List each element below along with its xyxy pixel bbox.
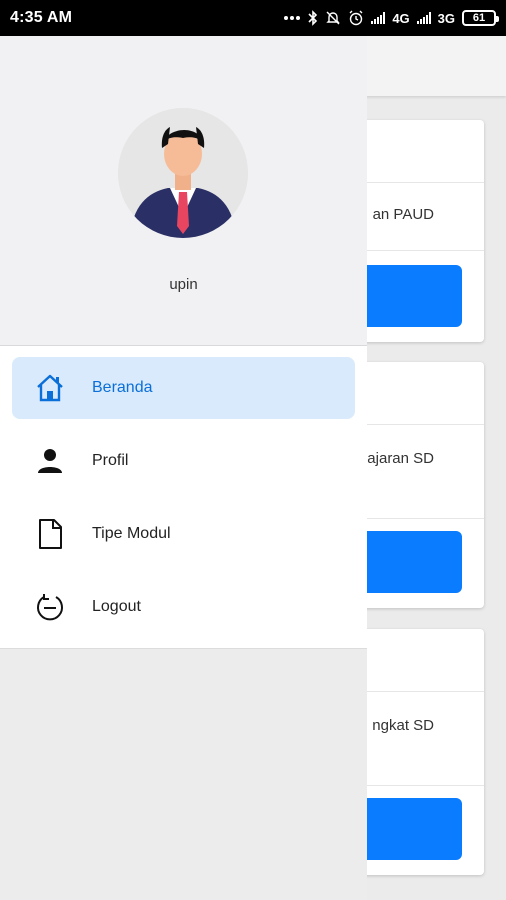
status-bar: 4:35 AM 4G 3G 61 [0, 0, 506, 36]
navigation-drawer: upin Beranda Profil Tipe Modul Logout [0, 36, 367, 900]
alarm-icon [348, 10, 364, 26]
status-icons: 4G 3G 61 [283, 10, 499, 26]
status-time: 4:35 AM [10, 9, 73, 26]
person-icon [34, 445, 66, 477]
menu-item-logout[interactable]: Logout [12, 576, 355, 638]
card-title: ajaran SD [367, 450, 434, 467]
avatar [118, 108, 248, 238]
home-icon [34, 372, 66, 404]
signal-icon-2 [416, 12, 431, 24]
signal-icon [371, 12, 386, 24]
battery-icon: 61 [462, 10, 499, 26]
drawer-empty-area [0, 648, 367, 900]
network-label-1: 4G [392, 10, 410, 26]
document-icon [34, 518, 66, 550]
menu-item-profil[interactable]: Profil [12, 430, 355, 492]
battery-level: 61 [472, 12, 486, 24]
bluetooth-icon [308, 10, 318, 26]
menu-label-beranda: Beranda [92, 379, 153, 396]
drawer-header: upin [0, 36, 367, 346]
card-title: ngkat SD [372, 717, 434, 734]
menu-label-profil: Profil [92, 452, 129, 469]
user-avatar-icon [118, 108, 248, 238]
network-label-2: 3G [437, 10, 455, 26]
notifications-off-icon [325, 10, 341, 26]
menu-item-beranda[interactable]: Beranda [12, 357, 355, 419]
menu-item-tipe-modul[interactable]: Tipe Modul [12, 503, 355, 565]
menu-label-logout: Logout [92, 598, 141, 615]
username: upin [169, 276, 198, 293]
card-title: an PAUD [372, 206, 434, 223]
menu-label-tipe-modul: Tipe Modul [92, 525, 171, 542]
logout-icon [34, 591, 66, 623]
more-dots-icon [283, 15, 301, 21]
